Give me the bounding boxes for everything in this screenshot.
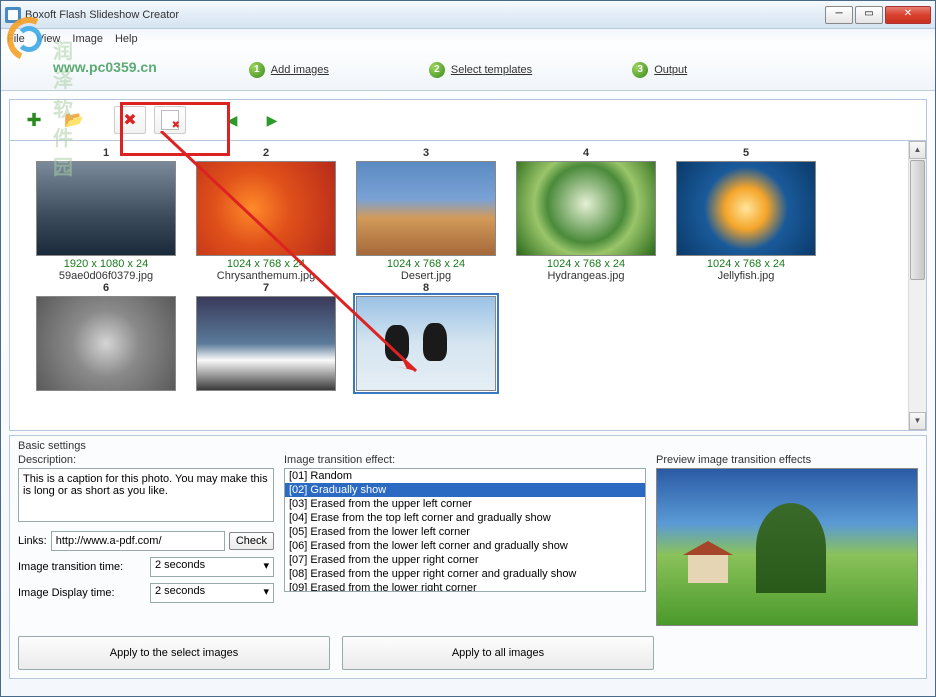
step-output[interactable]: 3 Output	[632, 62, 687, 78]
thumbnail-number: 4	[506, 147, 666, 161]
thumbnail-item[interactable]: 8	[346, 282, 506, 393]
thumbnail-filename: 59ae0d06f0379.jpg	[26, 270, 186, 282]
step-num-icon: 2	[429, 62, 445, 78]
thumbnail-number: 1	[26, 147, 186, 161]
menu-view[interactable]: View	[37, 33, 61, 45]
transition-time-select[interactable]: 2 seconds ▾	[150, 557, 274, 577]
apply-all-button[interactable]: Apply to all images	[342, 636, 654, 670]
thumbnail-item[interactable]: 1 1920 x 1080 x 2459ae0d06f0379.jpg	[26, 147, 186, 282]
effect-list[interactable]: [01] Random[02] Gradually show[03] Erase…	[284, 468, 646, 592]
step-num-icon: 3	[632, 62, 648, 78]
display-time-select[interactable]: 2 seconds ▾	[150, 583, 274, 603]
thumbnail-filename: Chrysanthemum.jpg	[186, 270, 346, 282]
window-controls: ─ ▭ ✕	[825, 6, 931, 24]
add-image-button[interactable]	[18, 106, 50, 134]
thumbnail-item[interactable]: 6	[26, 282, 186, 393]
settings-mid-column: Image transition effect: [01] Random[02]…	[284, 454, 646, 626]
scroll-up-button[interactable]: ▲	[909, 141, 926, 159]
scroll-down-button[interactable]: ▼	[909, 412, 926, 430]
thumbnail-dimensions: 1024 x 768 x 24	[186, 258, 346, 270]
thumbnail-gallery: 1 1920 x 1080 x 2459ae0d06f0379.jpg 2 1024 …	[9, 141, 927, 431]
step-label: Select templates	[451, 64, 532, 76]
settings-title: Basic settings	[18, 440, 918, 452]
app-window: Boxoft Flash Slideshow Creator ─ ▭ ✕ Fil…	[0, 0, 936, 697]
thumbnail-number: 8	[346, 282, 506, 296]
effect-item[interactable]: [04] Erase from the top left corner and …	[285, 511, 645, 525]
step-label: Output	[654, 64, 687, 76]
prev-button[interactable]	[216, 106, 248, 134]
thumbnail-number: 7	[186, 282, 346, 296]
apply-selected-button[interactable]: Apply to the select images	[18, 636, 330, 670]
maximize-button[interactable]: ▭	[855, 6, 883, 24]
thumbnail-dimensions: 1024 x 768 x 24	[666, 258, 826, 270]
preview-label: Preview image transition effects	[656, 454, 918, 466]
check-button[interactable]: Check	[229, 532, 274, 550]
effect-label: Image transition effect:	[284, 454, 646, 466]
menu-help[interactable]: Help	[115, 33, 138, 45]
effect-item[interactable]: [06] Erased from the lower left corner a…	[285, 539, 645, 553]
thumbnail-number: 6	[26, 282, 186, 296]
thumbnail-number: 5	[666, 147, 826, 161]
display-time-label: Image Display time:	[18, 587, 146, 599]
preview-image	[656, 468, 918, 626]
thumbnail-image[interactable]	[676, 161, 816, 256]
menu-image[interactable]: Image	[72, 33, 103, 45]
settings-left-column: Description: Links: Check Image transiti…	[18, 454, 274, 626]
step-add-images[interactable]: 1 Add images	[249, 62, 329, 78]
effect-item[interactable]: [01] Random	[285, 469, 645, 483]
thumbnail-image[interactable]	[356, 296, 496, 391]
thumbnail-filename: Desert.jpg	[346, 270, 506, 282]
effect-item[interactable]: [08] Erased from the upper right corner …	[285, 567, 645, 581]
step-select-templates[interactable]: 2 Select templates	[429, 62, 532, 78]
thumbnail-image[interactable]	[196, 296, 336, 391]
thumbnail-item[interactable]: 2 1024 x 768 x 24Chrysanthemum.jpg	[186, 147, 346, 282]
effect-item[interactable]: [02] Gradually show	[285, 483, 645, 497]
step-num-icon: 1	[249, 62, 265, 78]
thumbnail-image[interactable]	[36, 161, 176, 256]
settings-right-column: Preview image transition effects	[656, 454, 918, 626]
gallery-scrollbar[interactable]: ▲ ▼	[908, 141, 926, 430]
links-input[interactable]	[51, 531, 225, 551]
thumbnail-filename: Jellyfish.jpg	[666, 270, 826, 282]
description-label: Description:	[18, 454, 274, 466]
close-button[interactable]: ✕	[885, 6, 931, 24]
thumbnail-image[interactable]	[196, 161, 336, 256]
thumbnail-dimensions: 1024 x 768 x 24	[506, 258, 666, 270]
app-icon	[5, 7, 21, 23]
step-label: Add images	[271, 64, 329, 76]
delete-all-icon	[161, 110, 179, 130]
delete-button[interactable]	[114, 106, 146, 134]
window-title: Boxoft Flash Slideshow Creator	[25, 9, 825, 21]
thumbnail-image[interactable]	[356, 161, 496, 256]
thumbnail-filename: Hydrangeas.jpg	[506, 270, 666, 282]
next-button[interactable]	[256, 106, 288, 134]
thumbnail-item[interactable]: 5 1024 x 768 x 24Jellyfish.jpg	[666, 147, 826, 282]
menu-bar: File View Image Help	[1, 29, 935, 49]
thumbnail-image[interactable]	[516, 161, 656, 256]
transition-time-label: Image transition time:	[18, 561, 146, 573]
description-input[interactable]	[18, 468, 274, 522]
menu-file[interactable]: File	[7, 33, 25, 45]
thumbnail-number: 3	[346, 147, 506, 161]
toolbar	[9, 99, 927, 141]
thumbnail-image[interactable]	[36, 296, 176, 391]
effect-item[interactable]: [09] Erased from the lower right corner	[285, 581, 645, 592]
delete-all-button[interactable]	[154, 106, 186, 134]
steps-bar: 1 Add images 2 Select templates 3 Output	[1, 49, 935, 91]
thumbnail-number: 2	[186, 147, 346, 161]
thumbnail-item[interactable]: 7	[186, 282, 346, 393]
titlebar: Boxoft Flash Slideshow Creator ─ ▭ ✕	[1, 1, 935, 29]
minimize-button[interactable]: ─	[825, 6, 853, 24]
scroll-thumb[interactable]	[910, 160, 925, 280]
effect-item[interactable]: [05] Erased from the lower left corner	[285, 525, 645, 539]
thumbnail-dimensions: 1920 x 1080 x 24	[26, 258, 186, 270]
links-label: Links:	[18, 535, 47, 547]
thumbnail-dimensions: 1024 x 768 x 24	[346, 258, 506, 270]
thumbnail-item[interactable]: 4 1024 x 768 x 24Hydrangeas.jpg	[506, 147, 666, 282]
effect-item[interactable]: [07] Erased from the upper right corner	[285, 553, 645, 567]
thumbnail-item[interactable]: 3 1024 x 768 x 24Desert.jpg	[346, 147, 506, 282]
effect-item[interactable]: [03] Erased from the upper left corner	[285, 497, 645, 511]
add-folder-button[interactable]	[58, 106, 90, 134]
settings-panel: Basic settings Description: Links: Check…	[9, 435, 927, 679]
